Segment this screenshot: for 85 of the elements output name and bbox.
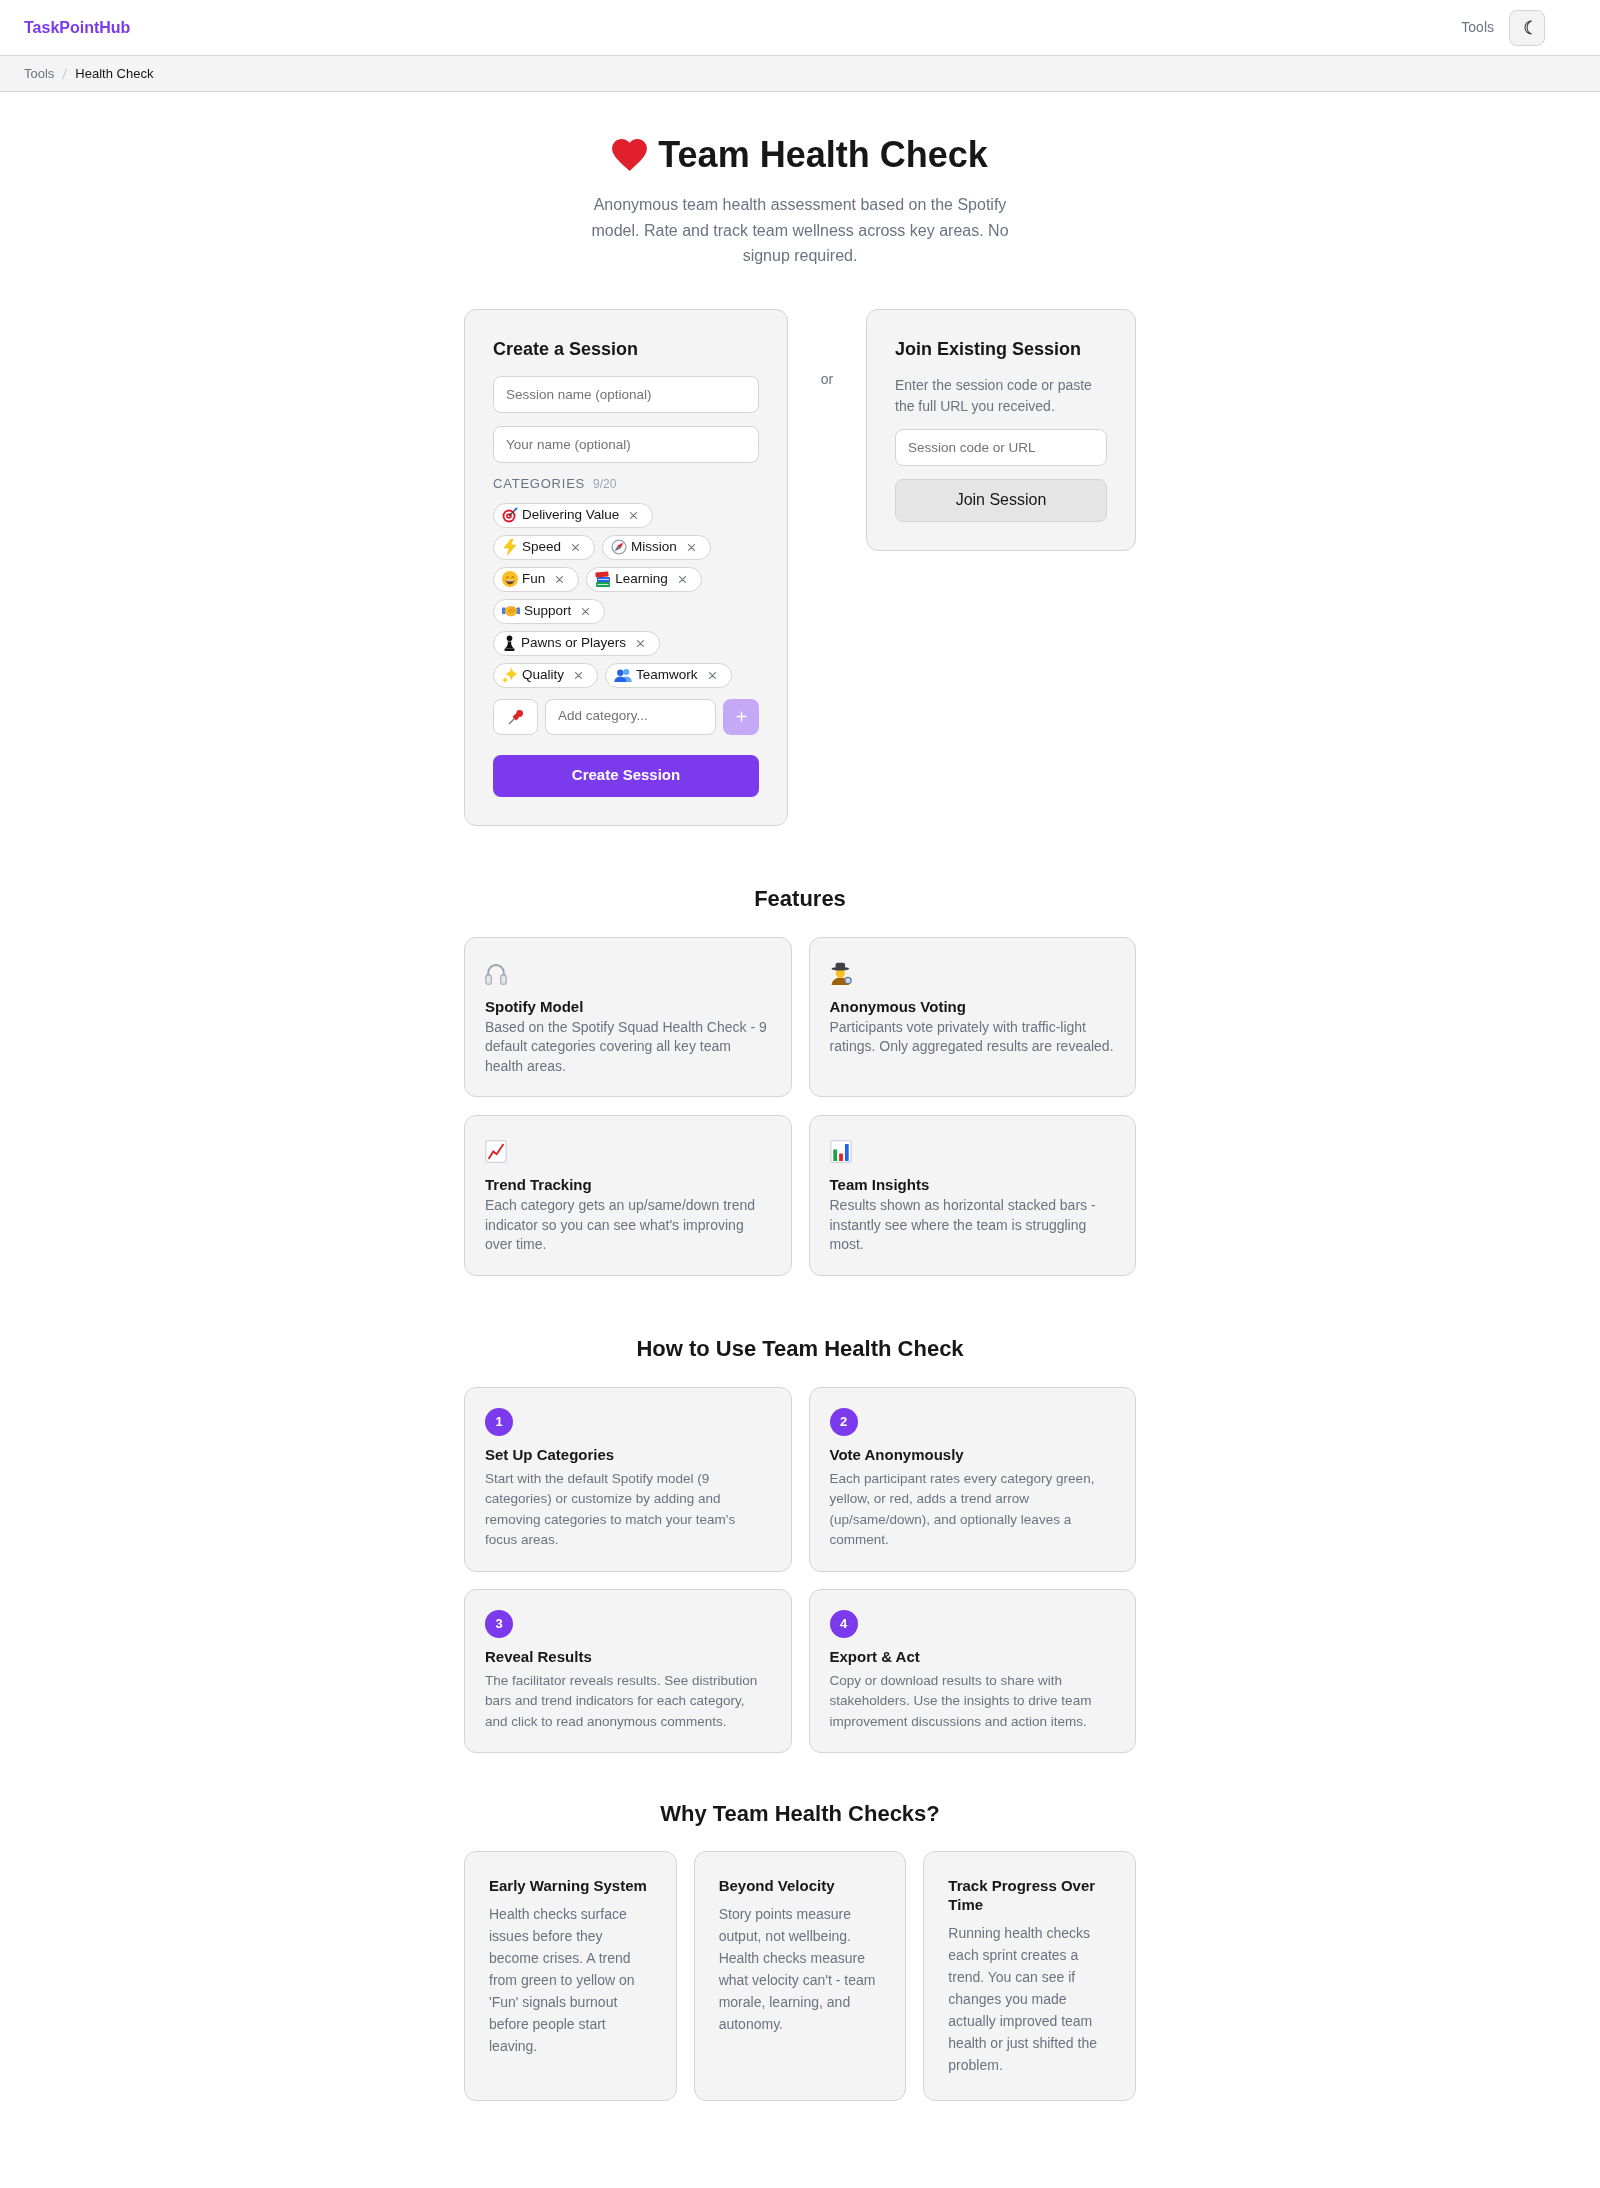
reason-description: Running health checks each sprint creates a trend. You can see if changes you made actually improved team health or just shifted the problem.: [948, 1924, 1098, 2075]
close-icon[interactable]: [582, 607, 590, 615]
close-icon[interactable]: [678, 575, 686, 583]
step-description: The facilitator reveals results. See distribution bars and trend indicators for each category, and click to read anonymous comments.: [485, 1671, 759, 1731]
plus-icon: [735, 711, 747, 722]
step-number: 4: [829, 1609, 858, 1638]
feature-title: Spotify Model: [485, 996, 585, 1017]
bar-chart-icon: [829, 1140, 852, 1163]
moon-icon: [1522, 20, 1532, 35]
categories-count: 9/20: [593, 475, 617, 493]
headphones-icon: [485, 961, 507, 985]
theme-toggle-button[interactable]: [1509, 9, 1545, 46]
feature-description: Participants vote privately with traffic-light ratings. Only aggregated results are revealed.: [829, 1017, 1115, 1056]
books-icon: [595, 571, 612, 587]
category-label: Fun: [522, 569, 546, 588]
reason-description: Story points measure output, not wellbeing. Health checks measure what velocity can't - team morale, learning, and autonomy.: [718, 1905, 877, 2034]
category-label: Quality: [522, 665, 565, 684]
compass-icon: [611, 539, 628, 555]
reason-title: Beyond Velocity: [718, 1876, 836, 1895]
breadcrumb-link[interactable]: Tools: [24, 63, 55, 84]
close-icon[interactable]: [637, 639, 645, 647]
step-number: 1: [485, 1407, 513, 1436]
smiley-icon: [502, 571, 518, 587]
nav-link[interactable]: Tools: [1461, 17, 1494, 38]
target-icon: [502, 507, 518, 523]
step-description: Each participant rates every category green, yellow, or red, adds a trend arrow (up/same/down), and optionally leaves a comment.: [829, 1469, 1096, 1549]
category-label: Support: [524, 601, 572, 620]
join-session-button[interactable]: Join Session: [895, 478, 1107, 522]
feature-description: Based on the Spotify Squad Health Check - 9 default categories covering all key team health areas.: [485, 1017, 768, 1076]
step-title: Set Up Categories: [485, 1444, 616, 1465]
feature-title: Team Insights: [829, 1175, 931, 1195]
heart-icon: [612, 139, 648, 171]
line-chart-icon: [485, 1140, 507, 1163]
step-number: 2: [829, 1407, 858, 1436]
feature-title: Anonymous Voting: [829, 996, 967, 1017]
category-label: Speed: [522, 537, 562, 556]
step-title: Export & Act: [829, 1646, 921, 1667]
category-label: Learning: [615, 569, 668, 588]
close-icon[interactable]: [572, 543, 580, 551]
card-description: Enter the session code or paste the full URL you received.: [895, 375, 1093, 416]
people-icon: [614, 668, 633, 682]
feature-description: Each category gets an up/same/down trend indicator so you can see what's improving over time.: [485, 1196, 757, 1254]
step-title: Vote Anonymously: [829, 1444, 965, 1465]
separator-text: or: [820, 369, 834, 389]
lightning-icon: [504, 539, 516, 555]
close-icon[interactable]: [556, 575, 564, 583]
input-field[interactable]: Your name (optional): [493, 425, 759, 463]
step-number: 3: [485, 1609, 513, 1638]
step-description: Start with the default Spotify model (9 categories) or customize by adding and removing categories to match your team's focus areas.: [485, 1469, 737, 1549]
close-icon[interactable]: [708, 671, 716, 679]
breadcrumb-current: Health Check: [75, 64, 154, 83]
page-subtitle: Anonymous team health assessment based on the Spotify model. Rate and track team wellness across key areas. No signup required.: [590, 195, 1010, 266]
input-field[interactable]: Add category...: [545, 698, 716, 735]
feature-title: Trend Tracking: [485, 1175, 593, 1195]
category-label: Teamwork: [636, 665, 698, 684]
slash-icon: [62, 67, 68, 80]
logo[interactable]: TaskPointHub: [24, 15, 131, 40]
icon-picker-button[interactable]: [493, 698, 538, 735]
close-icon[interactable]: [575, 671, 583, 679]
pawn-icon: [504, 635, 515, 651]
reason-title: Track Progress Over Time: [948, 1876, 1097, 1914]
card-title: Create a Session: [493, 337, 640, 361]
page-title: Team Health Check: [658, 135, 988, 175]
input-field[interactable]: Session name (optional): [493, 375, 759, 413]
category-label: Mission: [631, 537, 677, 556]
close-icon[interactable]: [630, 511, 638, 519]
card-title: Join Existing Session: [895, 337, 1083, 361]
reason-title: Early Warning System: [489, 1876, 648, 1895]
close-icon[interactable]: [687, 543, 695, 551]
input-field[interactable]: Session code or URL: [895, 428, 1107, 466]
category-label: Delivering Value: [522, 505, 620, 524]
category-label: Pawns or Players: [521, 633, 627, 652]
reason-description: Health checks surface issues before they become crises. A trend from green to yellow on 'Fun' signals burnout before people start leaving.: [489, 1905, 636, 2056]
section-heading: Why Team Health Checks?: [659, 1800, 941, 1828]
pushpin-icon: [507, 708, 524, 725]
section-heading: Features: [753, 884, 847, 913]
categories-label: CATEGORIES: [493, 474, 586, 493]
sparkles-icon: [502, 667, 518, 683]
step-title: Reveal Results: [485, 1646, 593, 1667]
step-description: Copy or download results to share with stakeholders. Use the insights to drive team improvement discussions and action items.: [829, 1671, 1093, 1731]
section-heading: How to Use Team Health Check: [635, 1334, 965, 1363]
detective-icon: [829, 961, 852, 985]
feature-description: Results shown as horizontal stacked bars - instantly see where the team is struggling most.: [829, 1196, 1097, 1254]
handshake-icon: [502, 605, 520, 617]
create-session-button[interactable]: Create Session: [493, 754, 759, 797]
